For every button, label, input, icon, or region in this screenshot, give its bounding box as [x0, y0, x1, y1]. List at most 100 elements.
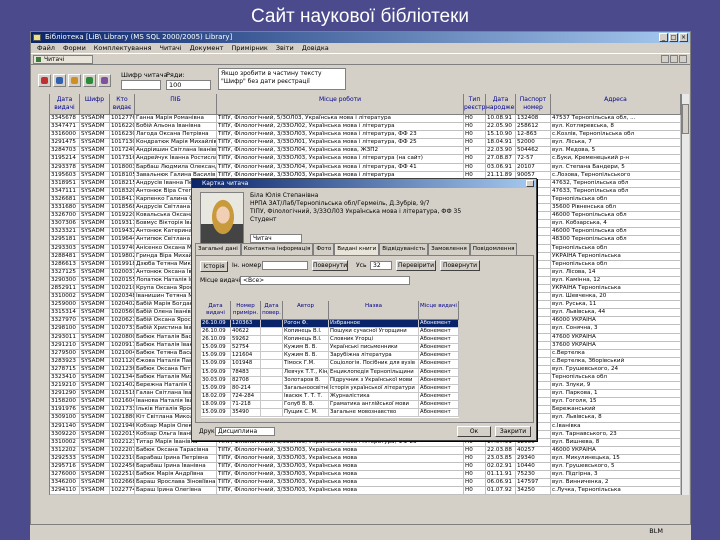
tab-general[interactable]: Загальні дані	[195, 243, 241, 255]
minimize-button[interactable]: _	[659, 33, 668, 42]
book-col-author[interactable]: Автор	[283, 301, 329, 320]
sub-close-button[interactable]	[679, 55, 687, 63]
refresh-tool-button[interactable]	[38, 74, 51, 87]
table-row[interactable]: 3284703 SYSADM 1017240 Андріишин Світлана І…	[50, 147, 681, 156]
table-row[interactable]: 3312202 SYSADM 1022207 Бабюк Оксана Тарасів…	[50, 446, 681, 455]
book-cell: 15.09.09	[201, 368, 231, 376]
book-col-title[interactable]: Назва	[329, 301, 419, 320]
edit-tool-button[interactable]	[53, 74, 66, 87]
vertical-scrollbar[interactable]	[681, 94, 689, 495]
book-cell: 80-214	[231, 384, 261, 392]
book-row[interactable]: 26.10.09 40622 Копинець В.І. Пошуки сучасно…	[201, 328, 459, 337]
table-row[interactable]: 3345678 SYSADM 1012776 Ганна Марія Романівн…	[50, 115, 681, 124]
book-row[interactable]: 18.02.09 724-284 Івасюк Т. Т. Т. Журналісти…	[201, 392, 459, 401]
find-button[interactable]: Повернути	[312, 260, 348, 271]
book-row[interactable]: 15.09.09 121604 Кужим В. В. Зарубіжна літер…	[201, 352, 459, 361]
book-col-return[interactable]: Дата повер.	[261, 301, 283, 320]
inv-number-input[interactable]	[262, 261, 308, 270]
tab-issued-books[interactable]: Видані книги	[334, 243, 380, 255]
tab-attendance[interactable]: Відвідуваність	[379, 243, 429, 255]
reader-code-input[interactable]	[121, 80, 161, 90]
maximize-button[interactable]: □	[669, 33, 678, 42]
table-cell: 132408	[516, 115, 551, 123]
table-row[interactable]: 3195214 SYSADM 1017316 Андрейчук Іванна Рос…	[50, 155, 681, 164]
print-select[interactable]: Дисциплина	[215, 427, 275, 436]
scrollbar-thumb[interactable]	[682, 104, 689, 134]
book-cell: 35490	[231, 409, 261, 417]
table-row[interactable]: 3295716 SYSADM 1022456 Барабаш Ірина Іванів…	[50, 463, 681, 472]
export-tool-button[interactable]	[98, 74, 111, 87]
book-row[interactable]: 18.09.09 71-218 Голуб В. В. Граматика англі…	[201, 400, 459, 410]
table-cell: 1019220	[111, 212, 135, 220]
close-button[interactable]: ×	[679, 33, 688, 42]
table-row[interactable]: 3347471 SYSADM 1016220 Бобій Альона Іванівн…	[50, 123, 681, 132]
table-cell: 1021004	[111, 349, 135, 357]
book-row[interactable]: 26.10.09 120363 Рогон Ф. Избранное Абонемент	[201, 320, 459, 329]
table-row[interactable]: 3276000 SYSADM 1022510 Бабюк Марія Андріївн…	[50, 471, 681, 480]
col-header-passport[interactable]: Паспорт номер	[516, 94, 551, 115]
col-header-date[interactable]: Дата видачі	[50, 94, 80, 115]
count-label: Усь	[356, 262, 367, 269]
limit-input[interactable]: 100	[166, 80, 211, 90]
col-header-code[interactable]: Шифр	[80, 94, 110, 115]
ok-button[interactable]: Ок	[457, 426, 491, 437]
col-header-birth[interactable]: Дата народження	[486, 94, 516, 115]
tab-orders[interactable]: Замовлення	[428, 243, 470, 255]
table-cell: вул. Степана Бандери, 5	[551, 163, 681, 171]
book-cell: Пошуки сучасної Угорщини	[329, 328, 419, 336]
book-cell: Абонемент	[419, 368, 459, 376]
book-col-place[interactable]: Місце видачі	[419, 301, 459, 320]
table-row[interactable]: 3294110 SYSADM 1022774 Бараш Ірина Олегівна…	[50, 487, 681, 495]
menu-acquisition[interactable]: Комплектування	[94, 43, 152, 53]
col-header-workplace[interactable]: Місце роботи	[217, 94, 464, 115]
menu-reports[interactable]: Звіти	[276, 43, 294, 53]
col-header-address[interactable]: Адреса	[551, 94, 681, 115]
issued-books-grid[interactable]: 26.10.09 120363 Рогон Ф. Избранное Абонемент…	[201, 320, 459, 418]
hint-textbox[interactable]: Якщо зробити в частину тексту "Шифр" без…	[218, 68, 346, 90]
tab-messages[interactable]: Повідомлення	[469, 243, 518, 255]
sub-maximize-button[interactable]	[670, 55, 678, 63]
menu-copy[interactable]: Примірник	[231, 43, 267, 53]
dialog-close-button[interactable]	[526, 180, 534, 187]
table-cell: 18.04.91	[486, 139, 516, 147]
book-row[interactable]: 30.03.09 82708 Золотаров В. Підручник з Укр…	[201, 376, 459, 385]
col-header-name[interactable]: ПІБ	[135, 94, 217, 115]
book-col-number[interactable]: Номер примірн.	[231, 301, 261, 320]
mode-select[interactable]: Читач	[250, 234, 302, 243]
menu-readers[interactable]: Читачі	[159, 43, 181, 53]
tab-photo[interactable]: Фото	[313, 243, 335, 255]
history-button[interactable]: Історія	[200, 261, 228, 272]
menu-help[interactable]: Довідка	[302, 43, 329, 53]
menu-document[interactable]: Документ	[190, 43, 224, 53]
table-cell: 3323410	[50, 374, 80, 382]
filter-tool-button[interactable]	[83, 74, 96, 87]
col-header-issuer[interactable]: Кто видає	[110, 94, 135, 115]
book-col-date[interactable]: Дата видачі	[201, 301, 231, 320]
print-tool-button[interactable]	[68, 74, 81, 87]
book-row[interactable]: 15.09.09 35490 Пущик С. М. Загальне мовозна…	[201, 409, 459, 418]
table-cell: SYSADM	[80, 284, 110, 293]
table-row[interactable]: 3346200 SYSADM 1022668 Бараш Ярослава Зінов…	[50, 479, 681, 488]
sub-minimize-button[interactable]	[661, 55, 669, 63]
tab-contacts[interactable]: Контактна інформація	[240, 243, 314, 255]
table-row[interactable]: 3292533 SYSADM 1022310 Барабаш Ірина Петрів…	[50, 454, 681, 464]
table-cell: 46000 Тернопільська обл	[551, 228, 681, 236]
table-row[interactable]: 3293378 SYSADM 1018003 Барбаш Людмила Олекс…	[50, 163, 681, 172]
book-row[interactable]: 15.09.09 101948 Тімоск Г.М. Соціологія. Пос…	[201, 360, 459, 369]
refresh-button[interactable]: Перевірити	[396, 260, 436, 271]
return-button[interactable]: Повернути	[440, 260, 480, 271]
book-row[interactable]: 15.09.09 78483 Левчук Т.Т., Кінд Енциклопед…	[201, 368, 459, 377]
menu-file[interactable]: Файл	[37, 43, 55, 53]
menu-forms[interactable]: Форми	[63, 43, 86, 53]
table-row[interactable]: 3316000 SYSADM 1016230 Лагода Оксана Петрів…	[50, 131, 681, 140]
cancel-button[interactable]: Закрити	[495, 426, 531, 437]
place-select[interactable]: <Все>	[240, 276, 410, 285]
book-row[interactable]: 15.09.09 52754 Кужим В. В. Українські письм…	[201, 344, 459, 353]
filter-icon	[86, 77, 93, 84]
table-row[interactable]: 3291475 SYSADM 1017130 Кондратюк Марія Миха…	[50, 139, 681, 148]
table-cell: SYSADM	[80, 309, 110, 317]
table-cell: Н0	[464, 479, 486, 487]
book-row[interactable]: 26.10.09 59262 Копинець В.І. Словник Угорці…	[201, 336, 459, 345]
col-header-reg-type[interactable]: Тип реєстрації	[464, 94, 486, 115]
book-row[interactable]: 15.09.09 80-214 Загальноосвітні Історія укр…	[201, 384, 459, 393]
